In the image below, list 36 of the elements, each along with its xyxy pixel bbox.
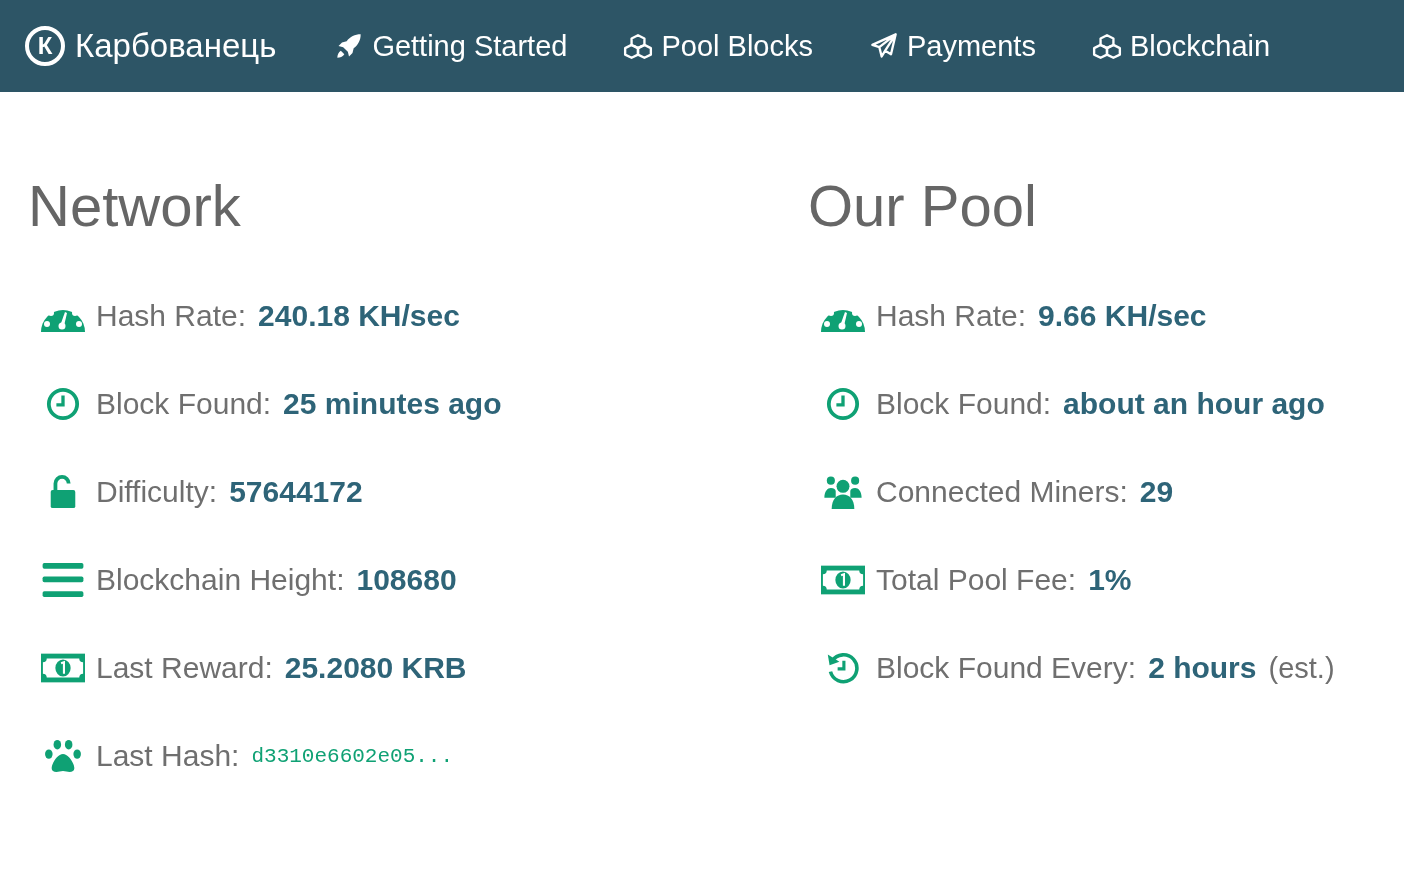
paper-plane-icon (868, 32, 899, 60)
nav-link[interactable]: Blockchain (1091, 29, 1271, 63)
stat-label: Block Found: (876, 387, 1052, 421)
stat-label: Difficulty: (96, 475, 218, 509)
stat-label: Last Reward: (96, 651, 273, 685)
banknote-icon (41, 651, 85, 685)
banknote-icon (821, 563, 865, 597)
stat-value: 240.18 KH/sec (258, 299, 460, 333)
stat-label: Blockchain Height: (96, 563, 345, 597)
brand-link[interactable]: К Карбованець (25, 26, 277, 66)
section-heading: Our Pool (808, 172, 1038, 240)
section-heading: Network (28, 172, 242, 240)
stat-value: 9.66 KH/sec (1038, 299, 1207, 333)
nav-link[interactable]: Payments (868, 29, 1036, 63)
stat-value: 1% (1088, 563, 1132, 597)
bars-icon (41, 563, 85, 597)
stat-label: Hash Rate: (876, 299, 1027, 333)
stat-value: 29 (1139, 475, 1174, 509)
nav-link[interactable]: Pool Blocks (623, 29, 813, 63)
users-icon (821, 475, 865, 509)
stat-label: Last Hash: (96, 739, 240, 773)
stat-value: about an hour ago (1063, 387, 1325, 421)
stat-label: Block Found Every: (876, 651, 1137, 685)
stat-value: 108680 (356, 563, 457, 597)
stat-note: (est.) (1268, 651, 1335, 685)
stat-value: 57644172 (229, 475, 363, 509)
stat-value: d3310e6602e05... (251, 744, 454, 768)
stat-label: Hash Rate: (96, 299, 247, 333)
stat-value: 25.2080 KRB (284, 651, 467, 685)
stat-value: 2 hours (1148, 651, 1257, 685)
stat-label: Connected Miners: (876, 475, 1128, 509)
logo-icon: К (25, 26, 65, 66)
stat-value: 25 minutes ago (283, 387, 502, 421)
stat-label: Total Pool Fee: (876, 563, 1077, 597)
stat-label: Block Found: (96, 387, 272, 421)
nav-link[interactable]: Getting Started (334, 29, 568, 63)
